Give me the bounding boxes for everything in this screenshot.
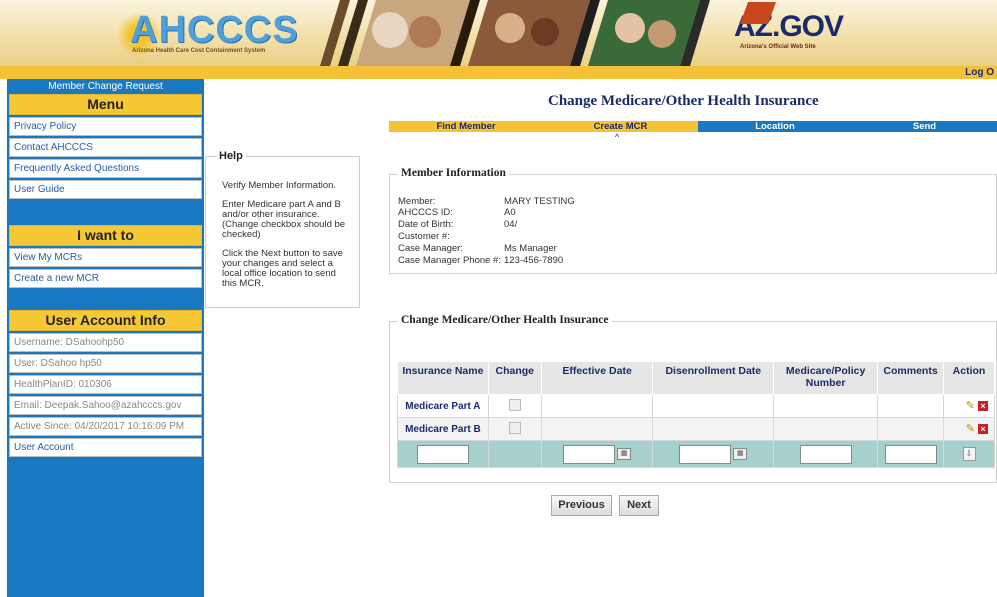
- step-find-member: Find Member: [389, 121, 543, 132]
- sidebar-item-contact[interactable]: Contact AHCCCS: [9, 138, 202, 157]
- effective-date-cell: [540, 417, 654, 441]
- comments-cell: [877, 417, 945, 441]
- top-gold-bar: [0, 66, 997, 79]
- case-manager-phone-value: 123-456-7890: [504, 255, 564, 266]
- sidebar-item-user-account[interactable]: User Account: [9, 438, 202, 457]
- account-email: Email: Deepak.Sahoo@azahcccs.gov: [9, 396, 202, 415]
- sidebar-item-view-mcrs[interactable]: View My MCRs: [9, 248, 202, 267]
- calendar-icon[interactable]: ▦: [617, 448, 632, 460]
- column-header: Medicare/Policy Number: [773, 361, 879, 395]
- help-panel: Help Verify Member Information. Enter Me…: [205, 150, 360, 308]
- current-step-indicator-icon: ^: [615, 132, 620, 142]
- disenrollment-date-cell: [652, 417, 775, 441]
- member-info-title: Member Information: [398, 167, 509, 179]
- sidebar-item-user-guide[interactable]: User Guide: [9, 180, 202, 199]
- policy-number-cell: [773, 394, 879, 418]
- insurance-name: Medicare Part A: [397, 394, 489, 418]
- sidebar: Member Change Request Menu Privacy Polic…: [7, 79, 204, 597]
- help-text: Enter Medicare part A and B and/or other…: [222, 199, 346, 240]
- change-checkbox[interactable]: [508, 398, 521, 411]
- disenrollment-date-input[interactable]: [679, 444, 732, 464]
- comments-input[interactable]: [884, 444, 937, 464]
- column-header: Comments: [877, 361, 945, 395]
- table-header-row: Insurance Name Change Effective Date Dis…: [397, 361, 995, 395]
- edit-pencil-icon[interactable]: ✎: [965, 400, 975, 411]
- effective-date-input[interactable]: [563, 444, 616, 464]
- previous-button[interactable]: Previous: [551, 495, 612, 516]
- policy-number-input[interactable]: [799, 444, 852, 464]
- column-header: Change: [487, 361, 542, 395]
- step-create-mcr: Create MCR: [543, 121, 698, 132]
- insurance-table: Insurance Name Change Effective Date Dis…: [397, 361, 995, 468]
- member-info-box: Member Information Member: MARY TESTING …: [389, 167, 997, 274]
- case-manager-label: Case Manager:: [398, 243, 463, 254]
- iwant-heading: I want to: [9, 225, 202, 246]
- case-manager-value: Ms Manager: [504, 243, 557, 254]
- column-header: Effective Date: [540, 361, 654, 395]
- comments-cell: [877, 394, 945, 418]
- ahcccs-logo[interactable]: AHCCCS Arizona Health Care Cost Containm…: [116, 10, 299, 58]
- logout-link[interactable]: Log O: [965, 66, 997, 79]
- dob-label: Date of Birth:: [398, 219, 454, 230]
- table-row: Medicare Part A ✎ ×: [397, 394, 995, 418]
- policy-number-cell: [773, 417, 879, 441]
- save-row-icon[interactable]: ⇩: [962, 447, 976, 461]
- sidebar-item-privacy-policy[interactable]: Privacy Policy: [9, 117, 202, 136]
- member-value: MARY TESTING: [504, 196, 575, 207]
- effective-date-cell: [540, 394, 654, 418]
- next-button[interactable]: Next: [619, 495, 659, 516]
- sidebar-title: Member Change Request: [48, 81, 163, 92]
- case-manager-phone-label: Case Manager Phone #:: [398, 255, 501, 266]
- column-header: Insurance Name: [397, 361, 489, 395]
- dob-value: 04/: [504, 219, 576, 230]
- disenrollment-date-cell: [652, 394, 775, 418]
- calendar-icon[interactable]: ▦: [733, 448, 748, 460]
- account-heading: User Account Info: [9, 310, 202, 331]
- step-location: Location: [698, 121, 852, 132]
- sidebar-item-faq[interactable]: Frequently Asked Questions: [9, 159, 202, 178]
- column-header: Disenrollment Date: [652, 361, 775, 395]
- ahcccs-id-label: AHCCCS ID:: [398, 207, 453, 218]
- delete-icon[interactable]: ×: [978, 423, 988, 434]
- insurance-name: Medicare Part B: [397, 417, 489, 441]
- account-user: User: DSahoo hp50: [9, 354, 202, 373]
- header-banner: AHCCCS Arizona Health Care Cost Containm…: [0, 0, 997, 66]
- ahcccs-id-value: A0: [504, 207, 572, 218]
- new-insurance-row: ▦ ▦ ⇩: [397, 440, 995, 468]
- insurance-title: Change Medicare/Other Health Insurance: [398, 314, 612, 326]
- column-header: Action: [943, 361, 995, 395]
- help-text: Click the Next button to save your chang…: [222, 248, 343, 289]
- help-title: Help: [216, 150, 246, 162]
- insurance-name-input[interactable]: [416, 444, 469, 464]
- help-text: Verify Member Information.: [222, 180, 337, 191]
- account-active-since: Active Since: 04/20/2017 10:16:09 PM: [9, 417, 202, 436]
- sidebar-item-create-mcr[interactable]: Create a new MCR: [9, 269, 202, 288]
- customer-label: Customer #:: [398, 231, 450, 242]
- account-username: Username: DSahoohp50: [9, 333, 202, 352]
- member-label: Member:: [398, 196, 436, 207]
- table-row: Medicare Part B ✎ ×: [397, 417, 995, 441]
- azgov-logo[interactable]: AZ.GOV Arizona's Official Web Site: [734, 2, 844, 50]
- account-healthplan-id: HealthPlanID: 010306: [9, 375, 202, 394]
- step-send: Send: [852, 121, 997, 132]
- delete-icon[interactable]: ×: [978, 400, 988, 411]
- banner-photo-strip: [320, 0, 710, 66]
- page-title: Change Medicare/Other Health Insurance: [548, 93, 819, 109]
- wizard-steps: Find Member Create MCR Location Send: [389, 121, 997, 132]
- edit-pencil-icon[interactable]: ✎: [965, 423, 975, 434]
- menu-heading: Menu: [9, 94, 202, 115]
- change-checkbox[interactable]: [508, 421, 521, 434]
